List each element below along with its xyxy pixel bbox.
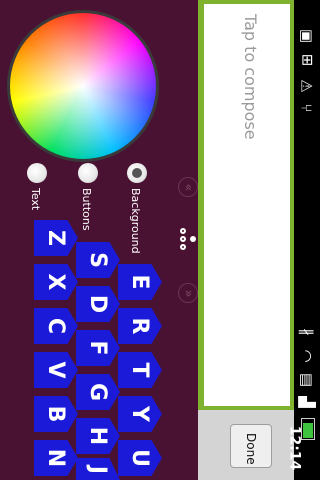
page-dot: [180, 228, 186, 234]
buttons-radio[interactable]: [78, 163, 98, 183]
key-c[interactable]: C: [34, 308, 78, 344]
signal-icon: ▟: [297, 396, 316, 408]
status-time: 12:14: [286, 425, 303, 471]
key-e[interactable]: E: [118, 264, 162, 300]
bluetooth-icon: ∦: [298, 328, 316, 336]
key-j[interactable]: J: [76, 458, 120, 480]
done-label: Done: [244, 433, 258, 465]
background-label: Background: [129, 188, 142, 254]
lock-icon: ⊞: [297, 53, 316, 67]
keyboard-app: Background Buttons Text « » E R T Y U S …: [0, 0, 320, 480]
key-x[interactable]: X: [34, 264, 78, 300]
chevron-down-icon[interactable]: »: [178, 283, 198, 303]
done-button[interactable]: Done: [230, 424, 272, 468]
key-g[interactable]: G: [76, 374, 120, 410]
compose-input[interactable]: Tap to compose: [204, 4, 290, 406]
compose-placeholder: Tap to compose: [241, 14, 260, 140]
buttons-label: Buttons: [80, 188, 93, 231]
key-z[interactable]: Z: [34, 220, 78, 256]
wifi-icon: ◠: [298, 349, 316, 363]
sim-icon: ▤: [298, 372, 316, 388]
key-n[interactable]: N: [34, 440, 78, 476]
page-dot: [180, 236, 186, 242]
page-dot-active: [190, 236, 196, 242]
color-wheel[interactable]: [7, 10, 159, 162]
key-d[interactable]: D: [76, 286, 120, 322]
chevron-up-icon[interactable]: «: [178, 177, 198, 197]
key-y[interactable]: Y: [118, 396, 162, 432]
key-r[interactable]: R: [118, 308, 162, 344]
page-dot: [180, 244, 186, 250]
battery-icon: [301, 418, 315, 440]
usb-icon: ⑂: [297, 103, 316, 113]
warning-icon: ⚠: [297, 79, 316, 93]
text-label: Text: [29, 188, 42, 211]
key-t[interactable]: T: [118, 352, 162, 388]
sd-card-icon: ▣: [298, 28, 316, 44]
key-h[interactable]: H: [76, 418, 120, 454]
key-v[interactable]: V: [34, 352, 78, 388]
background-radio[interactable]: [127, 163, 147, 183]
text-radio[interactable]: [27, 163, 47, 183]
key-s[interactable]: S: [76, 242, 120, 278]
status-bar: ▣ ⊞ ⚠ ⑂ ∦ ◠ ▤ ▟ 12:14: [287, 0, 320, 480]
key-b[interactable]: B: [34, 396, 78, 432]
key-u[interactable]: U: [118, 440, 162, 476]
key-f[interactable]: F: [76, 330, 120, 366]
